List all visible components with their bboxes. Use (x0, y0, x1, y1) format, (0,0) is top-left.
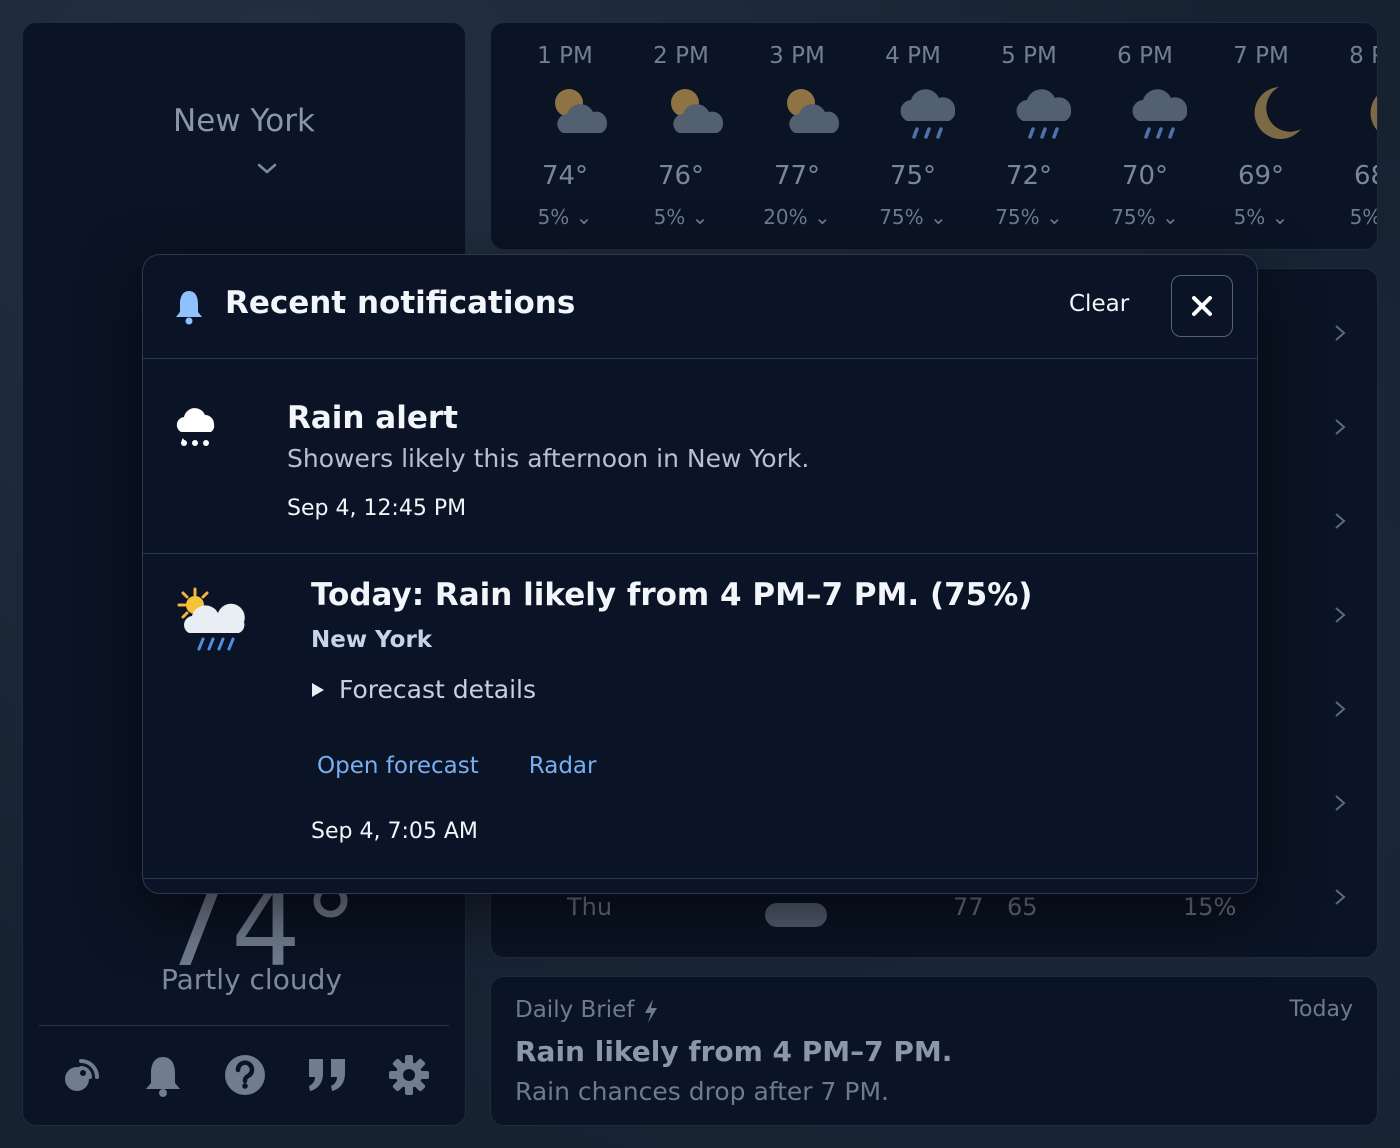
help-icon[interactable] (223, 1053, 267, 1097)
gear-icon[interactable] (387, 1053, 431, 1097)
bell-icon[interactable] (141, 1053, 185, 1097)
bottom-toolbar (59, 1053, 431, 1097)
day-low: 65 (1007, 893, 1038, 921)
hour-temp: 68° (1353, 161, 1377, 191)
chevron-down-icon[interactable] (255, 159, 279, 179)
notifications-dialog: Recent notifications Clear Rain alert Sh… (142, 254, 1258, 894)
hour-precip: 75% ⌄ (879, 205, 947, 229)
brief-subtext: Rain chances drop after 7 PM. (515, 1077, 889, 1106)
dialog-header: Recent notifications Clear (143, 255, 1257, 359)
moon-icon (1254, 87, 1301, 139)
notification-item[interactable]: Today: Rain likely from 4 PM–7 PM. (75%)… (143, 555, 1257, 879)
notification-location: New York (311, 627, 433, 653)
hour-time: 2 PM (653, 43, 709, 69)
city-selector[interactable]: New York (23, 103, 465, 139)
hour-precip: 5% ⌄ (1233, 205, 1289, 229)
bell-icon (176, 291, 202, 325)
chevron-right-icon[interactable] (1333, 887, 1347, 907)
hour-time: 1 PM (537, 43, 593, 69)
hour-temp: 74° (541, 161, 589, 191)
hour-time: 7 PM (1233, 43, 1289, 69)
hourly-forecast: 1 PM 74° 5% ⌄ 2 PM 76° 5% ⌄ 3 PM 77° 20%… (490, 22, 1378, 250)
brief-headline: Rain likely from 4 PM–7 PM. (515, 1035, 953, 1068)
daily-row-thu[interactable]: Thu 77 65 15% (561, 889, 1321, 949)
hour-temp: 76° (657, 161, 705, 191)
daily-brief-card[interactable]: Daily Brief Today Rain likely from 4 PM–… (490, 976, 1378, 1126)
clear-button[interactable]: Clear (1069, 291, 1129, 317)
sun-rain-cloud-icon (177, 587, 245, 651)
chevron-right-icon[interactable] (1333, 323, 1347, 343)
cloud-icon (765, 903, 827, 927)
chevron-right-icon[interactable] (1333, 511, 1347, 531)
hour-time: 5 PM (1001, 43, 1057, 69)
forecast-details-label: Forecast details (339, 675, 537, 704)
moon-icon (1370, 95, 1377, 131)
hour-precip: 75% ⌄ (995, 205, 1063, 229)
notification-time: Sep 4, 7:05 AM (311, 819, 478, 844)
notification-item[interactable]: Rain alert Showers likely this afternoon… (143, 360, 1257, 554)
hour-temp: 69° (1237, 161, 1285, 191)
day-high: 77 (953, 893, 984, 921)
brief-label: Daily Brief (515, 997, 635, 1023)
hour-time: 4 PM (885, 43, 941, 69)
rain-icon (1132, 89, 1188, 139)
close-button[interactable] (1171, 275, 1233, 337)
notification-actions: Open forecast Radar (317, 753, 597, 779)
triangle-right-icon (312, 682, 324, 697)
lightning-icon (645, 999, 657, 1023)
quote-icon[interactable] (305, 1053, 349, 1097)
current-condition: Partly cloudy (161, 963, 342, 996)
rain-cloud-icon (176, 408, 215, 446)
chevron-right-icon[interactable] (1333, 699, 1347, 719)
hour-temp: 77° (773, 161, 821, 191)
hour-precip: 75% ⌄ (1111, 205, 1179, 229)
hour-precip: 5% ⌄ (1349, 205, 1377, 229)
open-forecast-link[interactable]: Open forecast (317, 753, 479, 779)
radar-icon[interactable] (59, 1053, 103, 1097)
notification-time: Sep 4, 12:45 PM (287, 496, 467, 521)
notification-title: Today: Rain likely from 4 PM–7 PM. (75%) (311, 577, 1033, 613)
day-label: Thu (567, 893, 613, 921)
rain-icon (1016, 89, 1072, 139)
hour-time: 8 PM (1349, 43, 1377, 69)
chevron-right-icon[interactable] (1333, 417, 1347, 437)
hour-temp: 75° (889, 161, 937, 191)
day-precip: 15% (1183, 893, 1237, 921)
divider (39, 1025, 449, 1026)
chevron-right-icon[interactable] (1333, 605, 1347, 625)
dialog-title: Recent notifications (225, 285, 576, 321)
partly-cloudy-icon (555, 89, 608, 133)
hour-time: 3 PM (769, 43, 825, 69)
hour-precip: 20% ⌄ (763, 205, 831, 229)
partly-cloudy-icon (787, 89, 840, 133)
close-icon (1192, 296, 1212, 316)
chevron-right-icon[interactable] (1333, 793, 1347, 813)
hour-temp: 70° (1121, 161, 1169, 191)
notification-title: Rain alert (287, 400, 458, 436)
radar-link[interactable]: Radar (529, 753, 597, 779)
brief-date: Today (1289, 997, 1353, 1022)
hour-precip: 5% ⌄ (653, 205, 709, 229)
hour-temp: 72° (1005, 161, 1053, 191)
forecast-details-toggle[interactable]: Forecast details (311, 675, 536, 704)
hour-time: 6 PM (1117, 43, 1173, 69)
notification-body: Showers likely this afternoon in New Yor… (287, 444, 810, 473)
partly-cloudy-icon (671, 89, 724, 133)
rain-icon (900, 89, 956, 139)
hour-precip: 5% ⌄ (537, 205, 593, 229)
